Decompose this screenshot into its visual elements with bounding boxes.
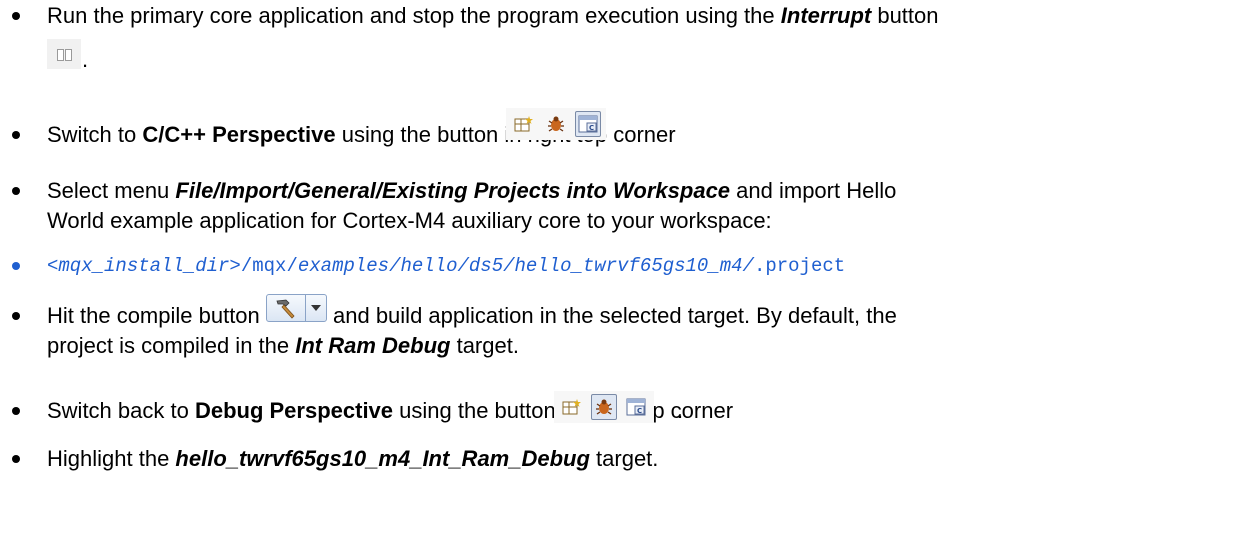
debug-bug-icon[interactable] — [591, 394, 617, 420]
bullet-point — [12, 262, 20, 270]
period-text: . — [636, 122, 643, 147]
open-perspective-icon[interactable] — [559, 394, 585, 420]
svg-text:C: C — [589, 124, 594, 132]
period-text: . — [677, 398, 684, 423]
item-text: Run the primary core application and sto… — [47, 3, 939, 28]
bullet-point — [12, 12, 20, 20]
bullet-point — [12, 131, 20, 139]
item-text-line-2: project is compiled in the Int Ram Debug… — [47, 333, 519, 358]
open-perspective-icon[interactable] — [511, 111, 537, 137]
item-text: Highlight the hello_twrvf65gs10_m4_Int_R… — [47, 446, 659, 471]
project-path-text: <mqx_install_dir>/mqx/examples/hello/ds5… — [47, 255, 846, 277]
svg-text:C: C — [637, 407, 642, 415]
dropdown-arrow-icon[interactable] — [306, 295, 326, 321]
build-button[interactable] — [266, 294, 327, 322]
item-text-line-1: Select menu File/Import/General/Existing… — [47, 178, 897, 203]
c-cpp-perspective-icon[interactable]: C — [575, 111, 601, 137]
hammer-icon — [267, 295, 306, 321]
bullet-point — [12, 312, 20, 320]
item-text-line-1a: Hit the compile button — [47, 303, 260, 328]
bullet-point — [12, 187, 20, 195]
pause-icon — [47, 39, 81, 69]
perspective-toolbar: C — [506, 108, 606, 140]
c-cpp-perspective-icon[interactable]: C — [623, 394, 649, 420]
debug-bug-icon[interactable] — [543, 111, 569, 137]
bullet-point — [12, 407, 20, 415]
period-text: . — [82, 47, 89, 72]
item-text-line-1b: and build application in the selected ta… — [333, 303, 897, 328]
bullet-point — [12, 455, 20, 463]
item-text-line-2: World example application for Cortex-M4 … — [47, 208, 772, 233]
perspective-toolbar-debug: C — [554, 391, 654, 423]
